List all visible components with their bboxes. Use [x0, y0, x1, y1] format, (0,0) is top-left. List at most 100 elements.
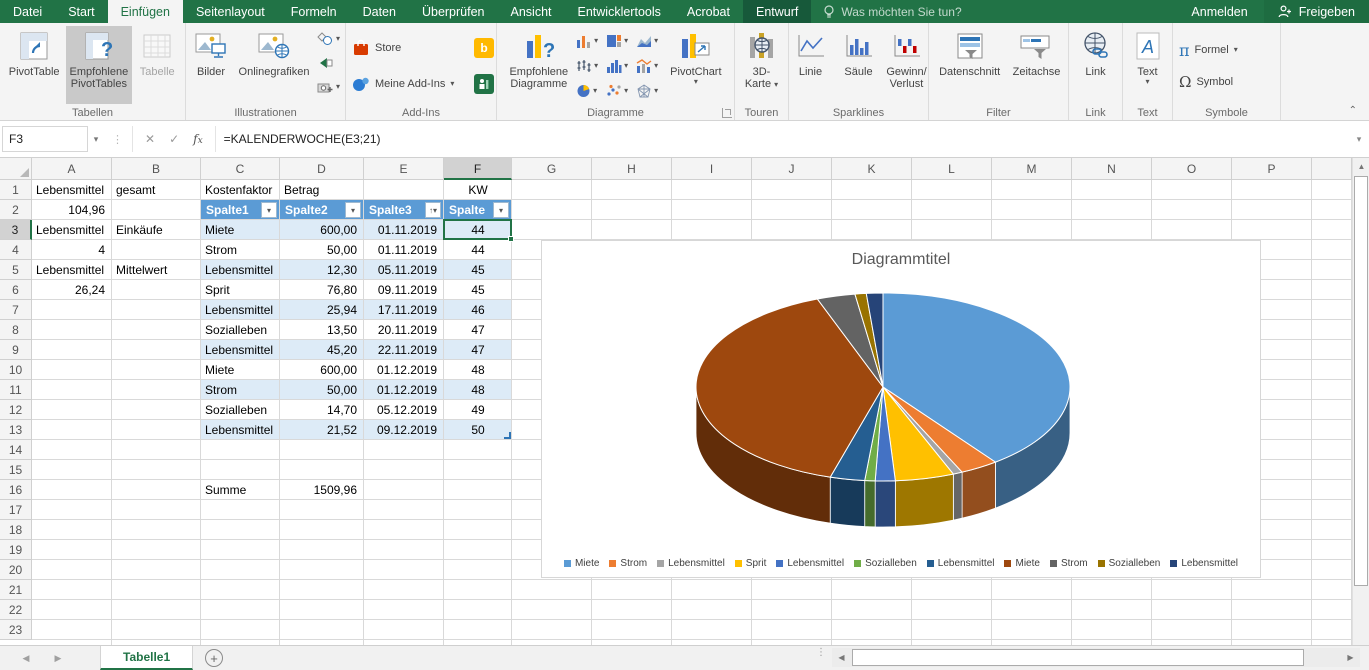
row-header-3[interactable]: 3 [0, 220, 32, 240]
cell-E5[interactable]: 05.11.2019 [364, 260, 444, 280]
formula-input[interactable] [216, 126, 1349, 152]
text-button[interactable]: A Text ▾ [1125, 26, 1171, 104]
people-graph-addin-icon[interactable] [474, 74, 494, 94]
row-header-4[interactable]: 4 [0, 240, 32, 260]
cell-F1[interactable]: KW [444, 180, 512, 200]
column-header-K[interactable]: K [832, 158, 912, 180]
row-header-2[interactable]: 2 [0, 200, 32, 220]
ribbon-tab-formeln[interactable]: Formeln [278, 0, 350, 23]
scroll-up-icon[interactable]: ▲ [1353, 158, 1369, 175]
row-header-11[interactable]: 11 [0, 380, 32, 400]
cell-A4[interactable]: 4 [32, 240, 112, 260]
cell-A6[interactable]: 26,24 [32, 280, 112, 300]
cell-E6[interactable]: 09.11.2019 [364, 280, 444, 300]
row-header-5[interactable]: 5 [0, 260, 32, 280]
column-header-F[interactable]: F [444, 158, 512, 180]
insert-hierarchy-chart-button[interactable]: ▾ [604, 34, 634, 48]
recommended-charts-button[interactable]: ? Empfohlene Diagramme [505, 26, 572, 104]
row-header-17[interactable]: 17 [0, 500, 32, 520]
row-header-6[interactable]: 6 [0, 280, 32, 300]
table-header-C[interactable]: Spalte1 [201, 200, 264, 220]
table-button[interactable]: Tabelle [134, 26, 180, 104]
equation-button[interactable]: π Formel ▾ [1175, 38, 1242, 62]
formula-bar-expand-caret[interactable]: ▾ [1349, 134, 1369, 145]
column-header-P[interactable]: P [1232, 158, 1312, 180]
insert-stock-chart-button[interactable]: ▾ [574, 59, 604, 73]
insert-pie-chart-button[interactable]: ▾ [574, 84, 604, 98]
row-header-22[interactable]: 22 [0, 600, 32, 620]
smartart-button[interactable] [314, 52, 343, 74]
ribbon-tab-ansicht[interactable]: Ansicht [498, 0, 565, 23]
cell-B3[interactable]: Einkäufe [112, 220, 201, 240]
name-box[interactable] [2, 126, 88, 152]
row-header-20[interactable]: 20 [0, 560, 32, 580]
ribbon-tab-acrobat[interactable]: Acrobat [674, 0, 743, 23]
filter-dropdown-icon[interactable]: ▾ [261, 202, 277, 218]
cell-E4[interactable]: 01.11.2019 [364, 240, 444, 260]
cell-D7[interactable]: 25,94 [280, 300, 364, 320]
horizontal-scroll-thumb[interactable] [852, 649, 1304, 666]
row-header-21[interactable]: 21 [0, 580, 32, 600]
horizontal-scrollbar[interactable]: ◀ ▶ [832, 648, 1360, 667]
row-header-12[interactable]: 12 [0, 400, 32, 420]
ribbon-tab-daten[interactable]: Daten [350, 0, 409, 23]
cell-E12[interactable]: 05.12.2019 [364, 400, 444, 420]
cell-F10[interactable]: 48 [444, 360, 512, 380]
timeline-button[interactable]: Zeitachse [1009, 26, 1065, 104]
insert-area-chart-button[interactable]: ▾ [634, 34, 664, 48]
link-button[interactable]: Link [1073, 26, 1119, 104]
enter-icon[interactable]: ✓ [169, 132, 179, 146]
filter-dropdown-icon[interactable]: ▾ [345, 202, 361, 218]
cell-E3[interactable]: 01.11.2019 [364, 220, 444, 240]
cell-F5[interactable]: 45 [444, 260, 512, 280]
row-header-13[interactable]: 13 [0, 420, 32, 440]
online-pictures-button[interactable]: Onlinegrafiken [236, 26, 312, 104]
cell-D3[interactable]: 600,00 [280, 220, 364, 240]
cell-A5[interactable]: Lebensmittel [32, 260, 112, 280]
cell-D11[interactable]: 50,00 [280, 380, 364, 400]
cell-C8[interactable]: Sozialleben [201, 320, 280, 340]
cell-C11[interactable]: Strom [201, 380, 280, 400]
cell-C4[interactable]: Strom [201, 240, 280, 260]
row-header-8[interactable]: 8 [0, 320, 32, 340]
select-all-corner[interactable] [0, 158, 32, 180]
cell-A2[interactable]: 104,96 [32, 200, 112, 220]
cell-C13[interactable]: Lebensmittel [201, 420, 280, 440]
row-header-7[interactable]: 7 [0, 300, 32, 320]
sheet-nav-left-icon[interactable]: ◀ [14, 646, 38, 670]
cell-C10[interactable]: Miete [201, 360, 280, 380]
cell-E7[interactable]: 17.11.2019 [364, 300, 444, 320]
cell-C6[interactable]: Sprit [201, 280, 280, 300]
sparkline-column-button[interactable]: Säule [836, 26, 882, 104]
cell-C9[interactable]: Lebensmittel [201, 340, 280, 360]
chart-object[interactable]: Diagrammtitel MieteStromLebensmittelSpri… [541, 240, 1261, 578]
cell-C5[interactable]: Lebensmittel [201, 260, 280, 280]
cell-B5[interactable]: Mittelwert [112, 260, 201, 280]
row-header-23[interactable]: 23 [0, 620, 32, 640]
pictures-button[interactable]: Bilder [188, 26, 234, 104]
table-header-E[interactable]: Spalte3 [364, 200, 428, 220]
row-header-16[interactable]: 16 [0, 480, 32, 500]
insert-combo-chart-button[interactable]: ▾ [634, 59, 664, 73]
cell-E10[interactable]: 01.12.2019 [364, 360, 444, 380]
cell-D4[interactable]: 50,00 [280, 240, 364, 260]
cell-E8[interactable]: 20.11.2019 [364, 320, 444, 340]
name-box-caret[interactable]: ▾ [88, 134, 104, 145]
column-header-O[interactable]: O [1152, 158, 1232, 180]
cell-F11[interactable]: 48 [444, 380, 512, 400]
sheet-tab-tabelle1[interactable]: Tabelle1 [100, 646, 193, 670]
column-header-D[interactable]: D [280, 158, 364, 180]
ribbon-tab-entwicklertools[interactable]: Entwicklertools [565, 0, 674, 23]
cell-D1[interactable]: Betrag [280, 180, 364, 200]
cell-B1[interactable]: gesamt [112, 180, 201, 200]
cell-F12[interactable]: 49 [444, 400, 512, 420]
insert-column-chart-button[interactable]: ▾ [574, 34, 604, 48]
sparkline-winloss-button[interactable]: Gewinn/ Verlust [884, 26, 930, 104]
filter-dropdown-icon[interactable]: ▾ [493, 202, 509, 218]
cell-A1[interactable]: Lebensmittel [32, 180, 112, 200]
cell-E13[interactable]: 09.12.2019 [364, 420, 444, 440]
cell-A3[interactable]: Lebensmittel [32, 220, 112, 240]
cell-E9[interactable]: 22.11.2019 [364, 340, 444, 360]
cell-F13[interactable]: 50 [444, 420, 512, 440]
insert-function-icon[interactable]: fx [193, 132, 203, 146]
